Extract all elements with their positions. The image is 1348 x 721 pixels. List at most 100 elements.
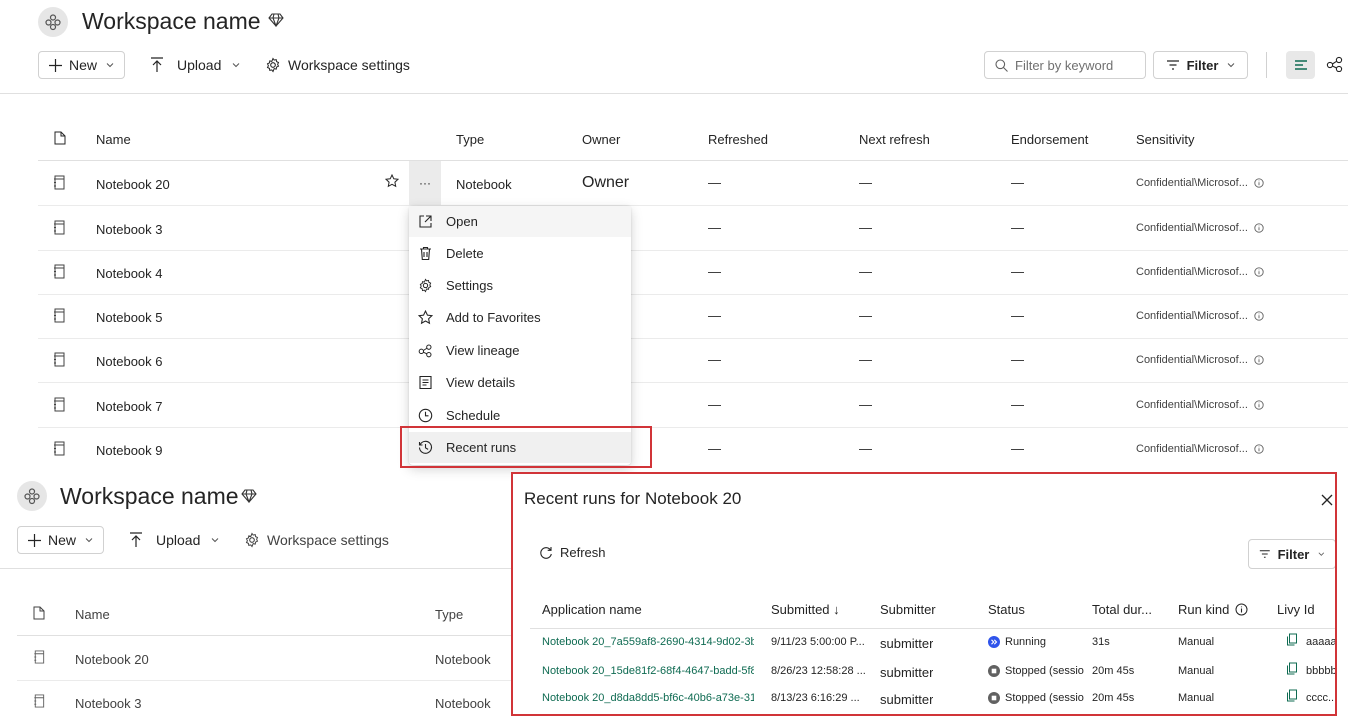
- col-header-endorsement[interactable]: Endorsement: [1011, 132, 1088, 147]
- recent-runs-highlight: [400, 426, 652, 468]
- row-name[interactable]: Notebook 9: [96, 443, 163, 458]
- toolbar-separator: [0, 93, 1348, 94]
- col-header-sensitivity[interactable]: Sensitivity: [1136, 132, 1195, 147]
- row-refreshed: —: [708, 352, 721, 367]
- row-name[interactable]: Notebook 3: [96, 222, 163, 237]
- upload-label: Upload: [156, 532, 201, 548]
- col-header-owner[interactable]: Owner: [582, 132, 620, 147]
- row-next-refresh: —: [859, 175, 872, 190]
- row-divider: [38, 338, 1348, 339]
- row-next-refresh: —: [859, 441, 872, 456]
- new-button[interactable]: New: [38, 51, 126, 79]
- row-name[interactable]: Notebook 3: [75, 696, 142, 711]
- menu-item-open[interactable]: Open: [409, 206, 631, 237]
- row-name[interactable]: Notebook 7: [96, 399, 163, 414]
- notebook-icon: [54, 441, 65, 456]
- menu-item-add-to-favorites[interactable]: Add to Favorites: [409, 302, 631, 333]
- new-button[interactable]: New: [17, 526, 105, 554]
- col-header-name[interactable]: Name: [96, 132, 131, 147]
- row-next-refresh: —: [859, 308, 872, 323]
- new-label: New: [69, 57, 98, 73]
- chevron-down-icon: [233, 63, 240, 68]
- col-header-next-refresh[interactable]: Next refresh: [859, 132, 930, 147]
- list-view-icon: [1294, 60, 1307, 70]
- row-divider: [38, 427, 1348, 428]
- upload-icon: [130, 532, 142, 547]
- col-header-type[interactable]: Type: [456, 132, 484, 147]
- info-icon[interactable]: [1254, 178, 1264, 188]
- page-title: Workspace name: [82, 8, 261, 34]
- chevron-down-icon: [106, 63, 114, 68]
- upload-button[interactable]: Upload: [129, 526, 219, 554]
- col-header-name[interactable]: Name: [75, 607, 110, 622]
- notebook-icon: [54, 175, 65, 190]
- row-name[interactable]: Notebook 6: [96, 354, 163, 369]
- row-endorsement: —: [1011, 397, 1024, 412]
- notebook-icon: [54, 308, 65, 323]
- filter-keyword-placeholder: Filter by keyword: [1015, 57, 1114, 73]
- info-icon[interactable]: [1254, 223, 1264, 233]
- chevron-down-icon: [1228, 63, 1235, 68]
- row-name[interactable]: Notebook 20: [96, 177, 170, 192]
- workspace-settings-button[interactable]: Workspace settings: [244, 526, 389, 554]
- row-name[interactable]: Notebook 5: [96, 310, 163, 325]
- filter-keyword-input[interactable]: Filter by keyword: [984, 51, 1146, 79]
- more-options-button[interactable]: ···: [409, 161, 441, 205]
- menu-item-view-lineage[interactable]: View lineage: [409, 335, 631, 366]
- workspace-logo: [38, 7, 68, 37]
- chevron-down-icon: [85, 538, 93, 543]
- workspace-settings-button[interactable]: Workspace settings: [265, 51, 410, 79]
- row-name[interactable]: Notebook 20: [75, 652, 149, 667]
- filter-button[interactable]: Filter: [1153, 51, 1248, 79]
- search-icon: [995, 58, 1008, 72]
- new-label: New: [48, 532, 77, 548]
- workspace-logo: [17, 481, 47, 511]
- lineage-view-button[interactable]: [1326, 56, 1344, 72]
- lineage-icon: [418, 344, 432, 358]
- row-refreshed: —: [708, 264, 721, 279]
- workspace-settings-label: Workspace settings: [267, 532, 389, 548]
- workspace-settings-label: Workspace settings: [288, 57, 410, 73]
- row-refreshed: —: [708, 220, 721, 235]
- trash-icon: [420, 246, 431, 261]
- row-type: Notebook: [456, 177, 512, 192]
- col-header-refreshed[interactable]: Refreshed: [708, 132, 768, 147]
- star-icon: [418, 310, 433, 325]
- row-next-refresh: —: [859, 264, 872, 279]
- row-next-refresh: —: [859, 397, 872, 412]
- upload-button[interactable]: Upload: [150, 51, 240, 79]
- info-icon[interactable]: [1254, 400, 1264, 410]
- row-endorsement: —: [1011, 352, 1024, 367]
- row-divider: [17, 680, 512, 681]
- menu-item-delete[interactable]: Delete: [409, 238, 631, 269]
- col-header-type[interactable]: Type: [435, 607, 463, 622]
- toolbar-divider: [1266, 52, 1267, 78]
- menu-item-settings[interactable]: Settings: [409, 270, 631, 301]
- row-refreshed: —: [708, 441, 721, 456]
- recent-runs-panel-highlight: [511, 472, 1337, 716]
- info-icon[interactable]: [1254, 444, 1264, 454]
- row-name[interactable]: Notebook 4: [96, 266, 163, 281]
- chevron-down-icon: [212, 538, 219, 543]
- list-view-button[interactable]: [1286, 51, 1315, 79]
- row-divider: [38, 382, 1348, 383]
- filter-label: Filter: [1186, 57, 1219, 73]
- row-sensitivity: Confidential\Microsof...: [1136, 310, 1264, 322]
- info-icon[interactable]: [1254, 267, 1264, 277]
- row-endorsement: —: [1011, 441, 1024, 456]
- row-endorsement: —: [1011, 175, 1024, 190]
- row-endorsement: —: [1011, 220, 1024, 235]
- favorite-star-icon[interactable]: [385, 174, 399, 188]
- row-refreshed: —: [708, 308, 721, 323]
- info-icon[interactable]: [1254, 355, 1264, 365]
- info-icon[interactable]: [1254, 311, 1264, 321]
- premium-diamond-icon: [241, 489, 257, 503]
- notebook-icon: [54, 220, 65, 235]
- filter-icon: [1166, 60, 1179, 70]
- page-title: Workspace name: [60, 483, 239, 509]
- row-divider: [38, 250, 1348, 251]
- menu-item-view-details[interactable]: View details: [409, 367, 631, 398]
- notebook-icon: [34, 694, 45, 708]
- row-endorsement: —: [1011, 264, 1024, 279]
- row-sensitivity: Confidential\Microsof...: [1136, 222, 1264, 234]
